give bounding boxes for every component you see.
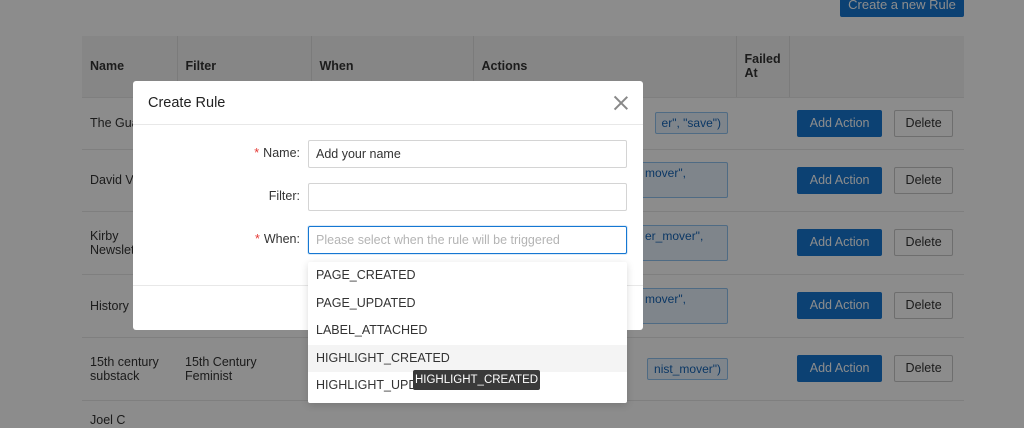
required-mark: *	[254, 146, 260, 160]
filter-input[interactable]	[308, 183, 627, 211]
close-icon[interactable]	[614, 96, 628, 110]
modal-header: Create Rule	[133, 81, 643, 125]
filter-label: Filter:	[268, 189, 300, 203]
form-row-name: * Name: Add your name	[133, 140, 643, 168]
modal-title: Create Rule	[148, 94, 226, 111]
form-row-when: * When: Please select when the rule will …	[133, 226, 643, 254]
form-row-filter: Filter:	[133, 183, 643, 211]
dropdown-option-page-updated[interactable]: PAGE_UPDATED	[308, 290, 627, 318]
when-placeholder: Please select when the rule will be trig…	[316, 233, 560, 247]
when-label: * When:	[254, 232, 300, 246]
dropdown-option-page-created[interactable]: PAGE_CREATED	[308, 262, 627, 290]
dropdown-option-label-attached[interactable]: LABEL_ATTACHED	[308, 317, 627, 345]
required-mark: *	[254, 232, 260, 246]
dropdown-option-highlight-created[interactable]: HIGHLIGHT_CREATED	[308, 344, 627, 372]
when-select[interactable]: Please select when the rule will be trig…	[308, 226, 627, 254]
option-tooltip: HIGHLIGHT_CREATED	[413, 370, 540, 390]
name-input[interactable]: Add your name	[308, 140, 627, 168]
name-label: * Name:	[254, 146, 300, 160]
